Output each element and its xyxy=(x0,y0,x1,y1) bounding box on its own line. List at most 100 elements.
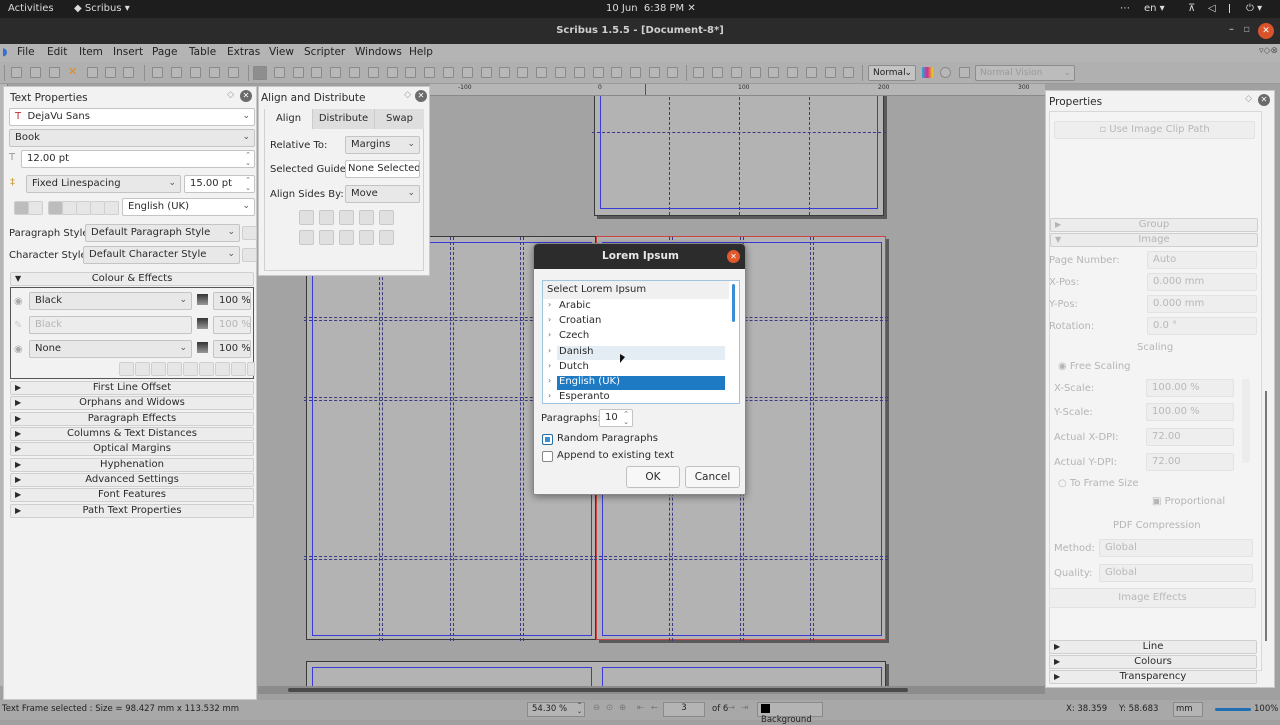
font-style-select[interactable]: Book ⌄ xyxy=(9,129,255,147)
random-paragraphs-checkbox[interactable] xyxy=(542,434,553,445)
align-justify-icon[interactable] xyxy=(90,201,105,215)
expand-arrow-icon[interactable]: › xyxy=(548,300,551,309)
section-transparency[interactable]: ▶ Transparency xyxy=(1049,670,1257,684)
eyedropper-icon[interactable] xyxy=(649,67,660,78)
next-page-icon[interactable]: → xyxy=(728,703,735,713)
unlink-frames-icon[interactable] xyxy=(593,67,604,78)
ypos-input[interactable]: 0.000 mm xyxy=(1147,295,1257,313)
stroke-color-select[interactable]: Black xyxy=(29,316,192,334)
align-forced-justify-icon[interactable] xyxy=(104,201,119,215)
scrollbar-thumb[interactable] xyxy=(288,688,908,692)
text-direction-ltr-icon[interactable] xyxy=(14,201,29,215)
more-icon[interactable]: ⋯ xyxy=(1120,3,1130,14)
linespacing-mode-select[interactable]: Fixed Linespacing ⌄ xyxy=(26,175,181,193)
first-page-icon[interactable]: ⇤ xyxy=(637,703,644,713)
keyboard-layout[interactable]: en ▾ xyxy=(1144,3,1165,14)
line-tool-icon[interactable] xyxy=(424,67,435,78)
page-number-input[interactable]: 3 xyxy=(663,702,705,717)
pdf-text-field-icon[interactable] xyxy=(750,67,761,78)
float-panel-icon[interactable]: ◇ xyxy=(1245,94,1252,104)
redo-icon[interactable] xyxy=(171,67,182,78)
close-panel-icon[interactable]: ✕ xyxy=(1258,94,1270,106)
tree-item-croatian[interactable]: › Croatian xyxy=(543,314,733,329)
menu-windows[interactable]: Windows xyxy=(355,46,402,58)
page-4[interactable] xyxy=(306,661,886,686)
center-horizontal-icon[interactable] xyxy=(339,210,354,225)
spin-arrows-icon[interactable]: ⌃ ⌄ xyxy=(577,703,582,715)
tab-swap[interactable]: Swap xyxy=(374,109,424,129)
expand-arrow-icon[interactable]: › xyxy=(548,391,551,400)
measure-tool-icon[interactable] xyxy=(611,67,622,78)
xdpi-input[interactable]: 72.00 xyxy=(1146,428,1234,446)
paragraph-style-select[interactable]: Default Paragraph Style ⌄ xyxy=(85,224,240,242)
last-page-icon[interactable]: ⇥ xyxy=(741,703,748,713)
pdf-link-annotation-icon[interactable] xyxy=(825,67,836,78)
open-document-icon[interactable] xyxy=(30,67,41,78)
pdf-tool-icon[interactable] xyxy=(667,67,678,78)
section-advanced-settings[interactable]: ▶ Advanced Settings xyxy=(10,473,254,487)
menu-scripter[interactable]: Scripter xyxy=(304,46,345,58)
all-caps-icon[interactable] xyxy=(183,362,198,376)
zoom-out-icon[interactable]: ⊖ xyxy=(593,703,600,713)
pdf-list-box-icon[interactable] xyxy=(787,67,798,78)
menu-insert[interactable]: Insert xyxy=(113,46,143,58)
undo-icon[interactable] xyxy=(152,67,163,78)
outline-icon[interactable] xyxy=(231,362,246,376)
render-mode-select[interactable]: Normal ⌄ xyxy=(868,65,916,81)
close-panel-icon[interactable]: ✕ xyxy=(415,90,427,102)
image-effects-button[interactable]: Image Effects xyxy=(1049,588,1256,608)
append-text-checkbox[interactable] xyxy=(542,451,553,462)
spiral-tool-icon[interactable] xyxy=(405,67,416,78)
section-image[interactable]: ▼ Image xyxy=(1050,233,1258,247)
freehand-tool-icon[interactable] xyxy=(462,67,473,78)
section-columns-text-distances[interactable]: ▶ Columns & Text Distances xyxy=(10,427,254,441)
xscale-input[interactable]: 100.00 % xyxy=(1146,379,1234,397)
clear-paragraph-style-icon[interactable] xyxy=(242,226,257,240)
minimize-button[interactable]: – xyxy=(1229,24,1234,35)
yscale-input[interactable]: 100.00 % xyxy=(1146,403,1234,421)
free-scaling-radio[interactable]: ◉ Free Scaling xyxy=(1058,361,1131,372)
quality-select[interactable]: Global xyxy=(1099,564,1253,582)
xpos-input[interactable]: 0.000 mm xyxy=(1147,273,1257,291)
expand-arrow-icon[interactable]: › xyxy=(548,361,551,370)
selected-guide-field[interactable]: None Selected xyxy=(345,160,420,178)
menu-page[interactable]: Page xyxy=(152,46,177,58)
tree-item-esperanto[interactable]: › Esperanto xyxy=(543,390,733,405)
section-optical-margins[interactable]: ▶ Optical Margins xyxy=(10,442,254,456)
layer-select[interactable]: Background xyxy=(757,702,823,725)
align-center-icon[interactable] xyxy=(62,201,77,215)
menu-view[interactable]: View xyxy=(269,46,294,58)
microphone-icon[interactable]: ǀ xyxy=(1228,3,1231,14)
zoom-slider[interactable] xyxy=(1215,708,1251,711)
section-path-text-properties[interactable]: ▶ Path Text Properties xyxy=(10,504,254,518)
edit-contents-icon[interactable] xyxy=(536,67,547,78)
section-colour-effects[interactable]: ▼ Colour & Effects xyxy=(10,272,254,286)
export-pdf-icon[interactable] xyxy=(123,67,134,78)
volume-icon[interactable]: ◁ xyxy=(1208,3,1216,14)
align-sides-select[interactable]: Move ⌄ xyxy=(345,185,420,203)
underline-icon[interactable] xyxy=(119,362,134,376)
menu-file[interactable]: File xyxy=(17,46,35,58)
calligraphic-tool-icon[interactable] xyxy=(481,67,492,78)
edit-mode-icon[interactable] xyxy=(959,67,970,78)
clear-character-style-icon[interactable] xyxy=(242,248,257,262)
page-2[interactable] xyxy=(592,96,886,216)
close-panel-icon[interactable]: ✕ xyxy=(240,90,252,102)
activities-button[interactable]: Activities xyxy=(8,3,54,14)
center-vertical-icon[interactable] xyxy=(339,230,354,245)
background-color-select[interactable]: None ⌄ xyxy=(29,340,192,358)
copy-icon[interactable] xyxy=(209,67,220,78)
fill-color-select[interactable]: Black ⌄ xyxy=(29,292,192,310)
linespacing-input[interactable]: 15.00 pt ⌃ ⌄ xyxy=(184,175,255,193)
align-bottom-edge-icon[interactable] xyxy=(359,230,374,245)
pdf-text-annotation-icon[interactable] xyxy=(806,67,817,78)
background-shade-input[interactable]: 100 % xyxy=(213,340,251,358)
align-right-icon[interactable] xyxy=(76,201,91,215)
menu-item[interactable]: Item xyxy=(79,46,103,58)
to-frame-size-radio[interactable]: ○ To Frame Size xyxy=(1058,478,1138,489)
subscript-icon[interactable] xyxy=(151,362,166,376)
app-menu[interactable]: ◆ Scribus ▾ xyxy=(74,3,130,14)
section-paragraph-effects[interactable]: ▶ Paragraph Effects xyxy=(10,412,254,426)
preflight-check-icon[interactable] xyxy=(105,67,116,78)
save-icon[interactable] xyxy=(49,67,60,78)
